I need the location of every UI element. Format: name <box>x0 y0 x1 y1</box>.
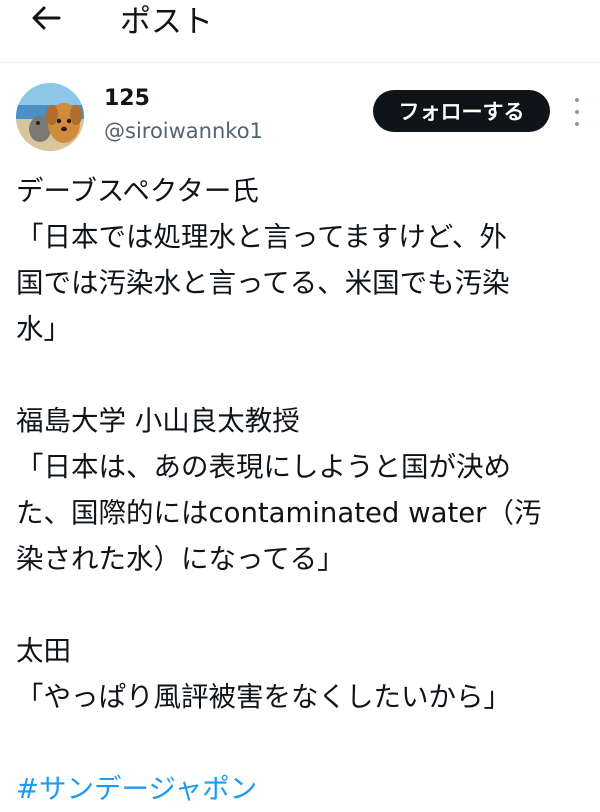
author-handle[interactable]: @siroiwannko1 <box>104 119 263 143</box>
post-line: 水」 <box>16 313 71 345</box>
post-line: 国では汚染水と言ってる、米国でも汚染 <box>16 267 510 299</box>
post-line: 太田 <box>16 635 71 667</box>
author-name[interactable]: 125 <box>104 86 150 111</box>
arrow-left-icon <box>32 6 61 30</box>
top-bar: ポスト <box>0 0 600 63</box>
avatar-image <box>16 83 84 151</box>
post-line: 「日本は、あの表現にしようと国が決め <box>16 451 511 483</box>
back-button[interactable] <box>26 0 66 36</box>
page-title: ポスト <box>120 4 213 40</box>
follow-button[interactable]: フォローする <box>373 90 550 132</box>
post-text: デーブスペクター氏 「日本では処理水と言ってますけど、外 国では汚染水と言ってる… <box>16 168 586 812</box>
avatar[interactable] <box>16 83 84 151</box>
more-vertical-icon <box>575 98 579 102</box>
more-options-button[interactable] <box>570 98 584 126</box>
post-line: デーブスペクター氏 <box>16 175 259 207</box>
post-line: た、国際的にはcontaminated water（汚 <box>16 497 542 529</box>
post-line: 染された水）になってる」 <box>16 543 345 575</box>
post-line: 福島大学 小山良太教授 <box>16 405 300 437</box>
post-line: 「やっぱり風評被害をなくしたいから」 <box>16 681 511 713</box>
post-line: 「日本では処理水と言ってますけど、外 <box>16 221 507 253</box>
hashtag-link[interactable]: #サンデージャポン <box>16 766 586 812</box>
